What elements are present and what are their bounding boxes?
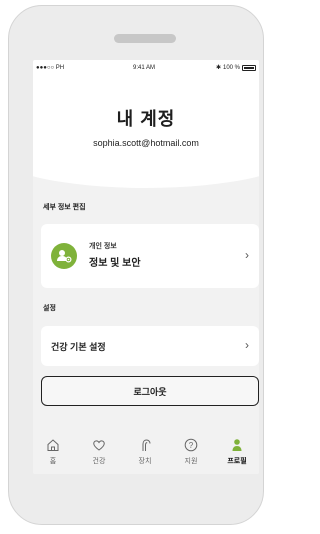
section-settings-label: 설정 bbox=[43, 305, 56, 312]
svg-text:?: ? bbox=[189, 441, 194, 450]
tab-devices[interactable]: 장치 bbox=[125, 438, 165, 466]
personal-info-label: 정보 및 보안 bbox=[89, 258, 141, 269]
battery-indicator: ✱ 100 % bbox=[216, 64, 256, 71]
home-icon bbox=[47, 439, 59, 451]
app-screen: ●●●○○ PH 9:41 AM ✱ 100 % 내 계정 sophia.sco… bbox=[33, 60, 259, 474]
tab-profile-label: 프로필 bbox=[227, 458, 247, 465]
logout-button[interactable]: 로그아웃 bbox=[41, 376, 259, 406]
phone-speaker bbox=[114, 34, 176, 43]
tab-devices-label: 장치 bbox=[138, 458, 152, 465]
tab-support-label: 지원 bbox=[184, 458, 198, 465]
account-email: sophia.scott@hotmail.com bbox=[93, 138, 199, 148]
help-icon: ? bbox=[184, 438, 198, 452]
hearing-device-icon bbox=[142, 439, 151, 451]
tab-support[interactable]: ? 지원 bbox=[171, 438, 211, 466]
heart-icon bbox=[93, 440, 105, 451]
bottom-tab-bar: 홈 건강 장치 ? 지원 프로필 bbox=[33, 416, 259, 474]
status-time: 9:41 AM bbox=[133, 65, 156, 71]
battery-icon bbox=[242, 64, 256, 71]
section-edit-details-label: 세부 정보 편집 bbox=[43, 204, 86, 211]
health-settings-label: 건강 기본 설정 bbox=[51, 342, 106, 352]
tab-profile[interactable]: 프로필 bbox=[217, 438, 257, 466]
personal-info-card[interactable]: 개인 정보 정보 및 보안 › bbox=[41, 224, 259, 288]
battery-percent: 100 % bbox=[222, 64, 240, 71]
chevron-right-icon: › bbox=[245, 338, 249, 352]
tab-home[interactable]: 홈 bbox=[33, 438, 73, 466]
signal-indicator: ●●●○○ PH bbox=[36, 65, 65, 71]
tab-home-label: 홈 bbox=[49, 458, 57, 465]
chevron-right-icon: › bbox=[245, 248, 249, 262]
profile-icon bbox=[232, 439, 242, 451]
page-title: 내 계정 bbox=[116, 109, 176, 129]
phone-frame: ●●●○○ PH 9:41 AM ✱ 100 % 내 계정 sophia.sco… bbox=[8, 5, 264, 525]
personal-info-caption: 개인 정보 bbox=[89, 243, 117, 250]
bluetooth-icon: ✱ bbox=[215, 65, 221, 71]
health-settings-card[interactable]: 건강 기본 설정 › bbox=[41, 326, 259, 366]
status-bar: ●●●○○ PH 9:41 AM ✱ 100 % bbox=[33, 60, 259, 76]
person-settings-icon bbox=[51, 243, 77, 269]
tab-health-label: 건강 bbox=[92, 458, 106, 465]
tab-health[interactable]: 건강 bbox=[79, 438, 119, 466]
